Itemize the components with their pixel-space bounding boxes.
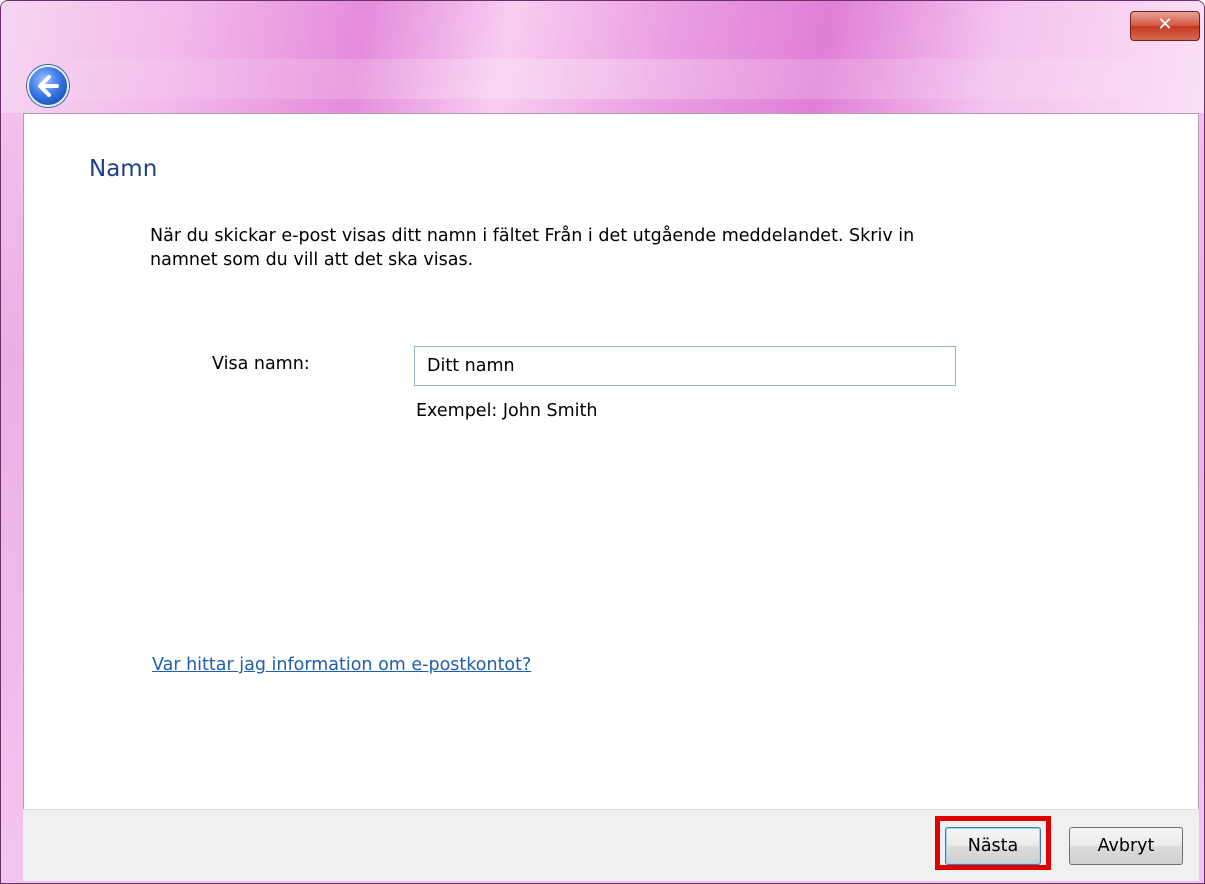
back-button[interactable]: [27, 65, 69, 107]
display-name-label: Visa namn:: [212, 354, 310, 374]
button-bar: Nästa Avbryt: [23, 809, 1199, 881]
wizard-window: ✕ Namn När du skickar e-post visas ditt …: [0, 0, 1205, 884]
page-title: Namn: [89, 156, 158, 182]
next-button[interactable]: Nästa: [945, 827, 1041, 865]
page-description: När du skickar e-post visas ditt namn i …: [150, 226, 915, 270]
cancel-button[interactable]: Avbryt: [1069, 827, 1183, 865]
display-name-input[interactable]: [414, 346, 956, 386]
title-bar: ✕: [1, 1, 1204, 113]
help-link[interactable]: Var hittar jag information om e-postkont…: [152, 655, 531, 675]
wizard-content: Namn När du skickar e-post visas ditt na…: [23, 113, 1199, 809]
example-hint: Exempel: John Smith: [416, 401, 598, 421]
close-button[interactable]: ✕: [1130, 11, 1200, 41]
title-bar-glass: [61, 59, 1141, 99]
back-arrow-icon: [38, 75, 59, 97]
close-icon: ✕: [1157, 14, 1173, 35]
